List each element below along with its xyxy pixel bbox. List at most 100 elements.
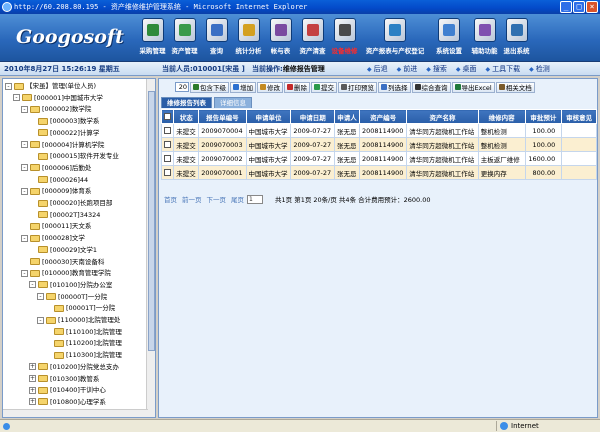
tree-node[interactable]: [000020]长跑项目部	[29, 198, 112, 208]
tree-node[interactable]: [000026]44	[29, 175, 88, 185]
tree-node[interactable]: - 【宋虽】管理(单位人员)	[5, 81, 96, 91]
quick-link[interactable]: 后退	[367, 62, 388, 77]
nav-item-bar-chart[interactable]: 资产清查	[298, 18, 327, 55]
tree-node[interactable]: [110200]北院管理	[45, 338, 122, 348]
collapse-icon[interactable]: -	[13, 94, 20, 102]
toolbar-checkbox-button[interactable]: 包含下级	[190, 81, 229, 93]
tree-node[interactable]: [000015]软件开发专业	[29, 151, 119, 161]
tree-vertical-scrollbar[interactable]	[146, 79, 155, 417]
tree-horizontal-scrollbar[interactable]	[3, 409, 148, 417]
collapse-icon[interactable]: -	[37, 293, 44, 301]
toolbar-columns-button[interactable]: 列选择	[378, 81, 411, 93]
nav-item-report[interactable]: 资产报表与产权登记	[362, 18, 428, 55]
tree-node[interactable]: - [000002]数学院	[21, 104, 91, 114]
collapse-icon[interactable]: -	[21, 234, 28, 242]
nav-item-ledger[interactable]: 帐与表	[266, 18, 295, 55]
collapse-icon[interactable]: -	[21, 105, 28, 113]
tree-node[interactable]: + [010200]分院党总支办	[29, 362, 119, 372]
toolbar-edit-button[interactable]: 修改	[257, 81, 283, 93]
nav-item-tools[interactable]: 辅助功能	[470, 18, 499, 55]
tree-node[interactable]: + [010400]干训中心	[29, 385, 106, 395]
nav-item-monitor[interactable]: 查询	[202, 18, 231, 55]
nav-item-magnifier[interactable]: 设备维修	[330, 18, 359, 55]
row-select-cell[interactable]	[160, 165, 175, 180]
close-button[interactable]: ×	[586, 1, 598, 13]
tree-node[interactable]: [00002T]34324	[29, 210, 100, 220]
toolbar-add-button[interactable]: 增加	[230, 81, 256, 93]
toolbar-submit-button[interactable]: 提交	[311, 81, 337, 93]
tree-node[interactable]: - [000028]文学	[21, 233, 85, 243]
toolbar-delete-button[interactable]: 删除	[284, 81, 310, 93]
row-checkbox[interactable]	[164, 141, 171, 148]
page-select[interactable]: 1	[247, 194, 263, 204]
page-size-input[interactable]: 20	[175, 82, 189, 92]
tree-node[interactable]: [110300]北院管理	[45, 350, 122, 360]
nav-item-pie-chart[interactable]: 统计分析	[234, 18, 263, 55]
expand-icon[interactable]: +	[29, 398, 36, 406]
tree-node[interactable]: - [00000T]一分院	[37, 292, 107, 302]
quick-link[interactable]: 工具下载	[486, 62, 520, 77]
pager-link[interactable]: 前一页	[182, 194, 202, 204]
toolbar-binoculars-button[interactable]: 综合查询	[411, 81, 451, 93]
collapse-icon[interactable]: -	[21, 187, 28, 195]
expand-icon[interactable]: +	[29, 386, 36, 394]
nav-item-settings[interactable]: 系统设置	[431, 18, 467, 55]
nav-item-cart[interactable]: 采购管理	[138, 18, 167, 55]
nav-item-exit[interactable]: 退出系统	[502, 18, 531, 55]
table-row[interactable]: 未提交 2009070002 中国城市大学 2009-07-27 张无忌 20081149…	[160, 151, 597, 166]
tree-node[interactable]: [110100]北院管理	[45, 327, 122, 337]
tree-node[interactable]: + [010800]心理学系	[29, 397, 106, 407]
table-row[interactable]: 未提交 2009070003 中国城市大学 2009-07-27 张无忌 20081149…	[160, 137, 597, 152]
table-row[interactable]: 未提交 2009070004 中国城市大学 2009-07-27 张无忌 20081149…	[160, 123, 597, 138]
expand-icon[interactable]: +	[29, 375, 36, 382]
toolbar-excel-button[interactable]: 导出Excel	[451, 81, 495, 93]
pager-link[interactable]: 尾页	[231, 194, 244, 204]
row-select-cell[interactable]	[160, 151, 175, 166]
quick-link[interactable]: 检测	[529, 62, 550, 77]
tree-node[interactable]: - [110000]北院管理处	[37, 315, 120, 325]
tree-node[interactable]: [000011]天文系	[21, 221, 91, 231]
tree-node[interactable]: - [010100]分院办公室	[29, 280, 112, 290]
quick-link[interactable]: 前进	[397, 62, 417, 77]
collapse-icon[interactable]: -	[5, 82, 12, 90]
tree-node[interactable]: - [000001]中国城市大学	[13, 93, 103, 103]
tab-1[interactable]: 详细信息	[214, 97, 252, 108]
row-select-cell[interactable]	[160, 137, 175, 152]
tree-scroll-thumb[interactable]	[148, 91, 155, 351]
folder-icon	[46, 316, 56, 324]
tree-node[interactable]: [000003]数学系	[29, 116, 99, 126]
pager-link[interactable]: 下一页	[207, 194, 227, 204]
tree-node[interactable]: - [000004]计算机学院	[21, 140, 104, 150]
row-checkbox[interactable]	[164, 169, 171, 176]
select-all-header[interactable]	[160, 109, 175, 124]
tree-node[interactable]: [00001T]一分院	[45, 303, 115, 313]
table-cell: 2009-07-27	[290, 137, 336, 152]
toolbar-document-button[interactable]: 相关文档	[495, 81, 535, 93]
row-checkbox[interactable]	[164, 127, 171, 134]
tree-node[interactable]: + [010300]教管系	[29, 374, 99, 384]
collapse-icon[interactable]: -	[29, 281, 36, 289]
quick-link[interactable]: 桌面	[456, 62, 477, 77]
tree-node[interactable]: [000022]计算学	[29, 128, 99, 138]
expand-icon[interactable]: +	[29, 363, 36, 371]
row-select-cell[interactable]	[160, 123, 175, 138]
maximize-button[interactable]: □	[573, 1, 585, 13]
nav-item-tree[interactable]: 资产管理	[170, 18, 199, 55]
collapse-icon[interactable]: -	[21, 141, 28, 148]
toolbar-print-button[interactable]: 打印预览	[338, 81, 377, 93]
minimize-button[interactable]: _	[560, 1, 572, 13]
table-row[interactable]: 未提交 2009070001 中国城市大学 2009-07-27 张无忌 20081149…	[160, 165, 597, 180]
tree-node[interactable]: [000030]天南设备科	[21, 257, 104, 267]
collapse-icon[interactable]: -	[37, 316, 44, 324]
pager-link[interactable]: 首页	[164, 194, 177, 204]
collapse-icon[interactable]: -	[21, 269, 28, 277]
select-all-checkbox[interactable]	[164, 113, 172, 120]
collapse-icon[interactable]: -	[21, 164, 28, 172]
tree-node[interactable]: - [010000]教育管理学院	[21, 268, 111, 278]
quick-link[interactable]: 搜索	[426, 62, 447, 77]
row-checkbox[interactable]	[164, 155, 171, 162]
tree-node[interactable]: - [000009]体育系	[21, 186, 91, 196]
tab-0[interactable]: 维修报告列表	[161, 97, 212, 108]
tree-node[interactable]: - [000006]后勤处	[21, 163, 91, 173]
tree-node[interactable]: [000029]文学1	[29, 245, 97, 255]
